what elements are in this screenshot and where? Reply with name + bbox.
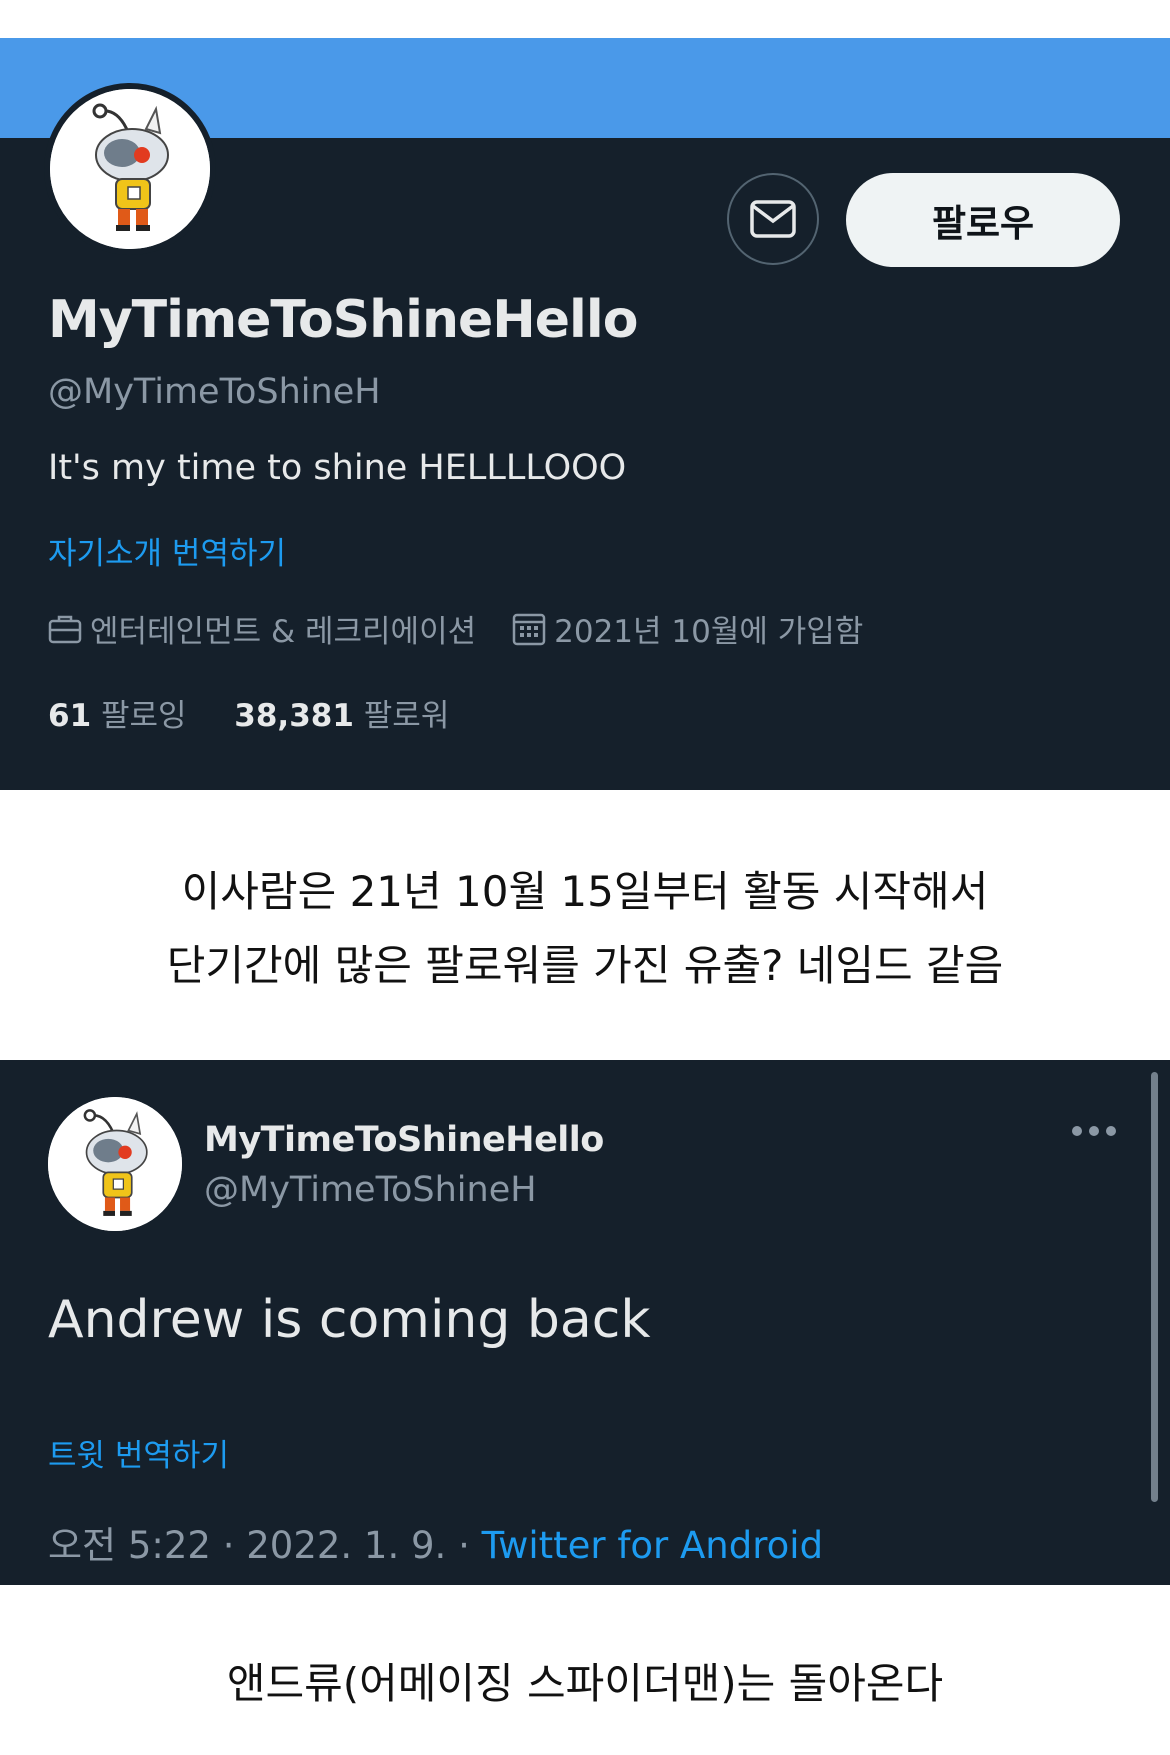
follow-button[interactable]: 팔로우	[846, 173, 1120, 267]
translate-tweet-link[interactable]: 트윗 번역하기	[48, 1430, 229, 1475]
tweet-meta: 오전 5:22 · 2022. 1. 9. · Twitter for Andr…	[48, 1515, 823, 1569]
followers-count: 38,381	[234, 698, 354, 734]
profile-meta: 엔터테인먼트 & 레크리에이션 2021년 10월에 가입함	[48, 606, 863, 651]
commentary-line: 이사람은 21년 10월 15일부터 활동 시작해서	[181, 867, 989, 916]
profile-avatar[interactable]	[44, 83, 216, 255]
robot-mascot-avatar-icon	[48, 1097, 182, 1231]
tweet-author-name[interactable]: MyTimeToShineHello	[204, 1120, 604, 1160]
tweet-source-link[interactable]: Twitter for Android	[482, 1524, 823, 1567]
commentary-line: 단기간에 많은 팔로워를 가진 유출? 네임드 같음	[166, 941, 1004, 990]
following-label: 팔로잉	[101, 698, 187, 734]
followers-link[interactable]: 38,381 팔로워	[234, 698, 449, 734]
tweet-date[interactable]: 2022. 1. 9.	[246, 1524, 446, 1567]
translate-bio-link[interactable]: 자기소개 번역하기	[48, 528, 286, 573]
profile-card: 팔로우 MyTimeToShineHello @MyTimeToShineH I…	[0, 38, 1170, 790]
mail-icon	[750, 200, 796, 238]
calendar-icon	[512, 613, 546, 645]
profile-bio: It's my time to shine HELLLLOOO	[48, 448, 627, 488]
scrollbar[interactable]	[1151, 1072, 1158, 1502]
following-count: 61	[48, 698, 92, 734]
tweet-author-handle[interactable]: @MyTimeToShineH	[204, 1170, 537, 1210]
briefcase-icon	[48, 615, 82, 643]
profile-joined-date: 2021년 10월에 가입함	[554, 614, 864, 650]
tweet-avatar[interactable]	[48, 1097, 182, 1231]
separator-dot: ·	[458, 1524, 482, 1567]
robot-mascot-avatar-icon	[50, 89, 210, 249]
profile-display-name: MyTimeToShineHello	[48, 290, 638, 350]
profile-handle: @MyTimeToShineH	[48, 372, 381, 412]
message-button[interactable]	[727, 173, 819, 265]
tweet-card: MyTimeToShineHello @MyTimeToShineH Andre…	[0, 1060, 1170, 1585]
profile-stats: 61 팔로잉 38,381 팔로워	[48, 690, 449, 735]
separator-dot: ·	[222, 1524, 247, 1567]
following-link[interactable]: 61 팔로잉	[48, 698, 187, 734]
tweet-time[interactable]: 오전 5:22	[48, 1524, 211, 1567]
profile-category: 엔터테인먼트 & 레크리에이션	[90, 614, 477, 650]
commentary-line: 앤드류(어메이징 스파이더맨)는 돌아온다	[226, 1659, 944, 1708]
followers-label: 팔로워	[363, 698, 450, 734]
tweet-text: Andrew is coming back	[48, 1290, 651, 1350]
more-horizontal-icon[interactable]	[1072, 1126, 1116, 1138]
